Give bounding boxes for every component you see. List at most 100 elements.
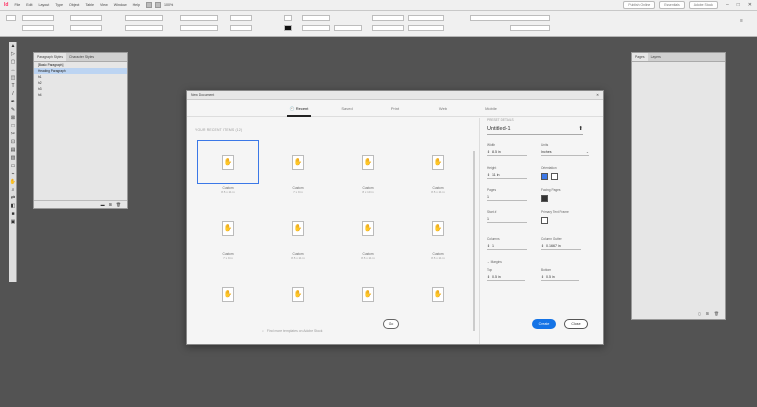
template-search[interactable]: ⌕ Find more templates on Adobe Stock	[262, 326, 402, 335]
rectangle-tool-icon[interactable]: □	[9, 122, 17, 130]
tab-web[interactable]: Web	[419, 100, 467, 117]
new-style-icon[interactable]: ⊞	[109, 202, 112, 207]
recent-card[interactable]: ✋ Custom 7 x 9 in	[197, 206, 259, 266]
stroke-swatch[interactable]	[284, 25, 292, 31]
recent-card[interactable]: ✋ Custom 8.5 x 11 in	[337, 206, 399, 266]
reference-point-icon[interactable]	[6, 15, 16, 21]
free-transform-tool-icon[interactable]: ⊡	[9, 138, 17, 146]
tab-pages[interactable]: Pages	[632, 53, 648, 61]
bottom-margin-field[interactable]: ⇕ 0.5 in	[541, 273, 579, 281]
stock-search[interactable]: Adobe Stock	[688, 1, 718, 9]
menu-edit[interactable]: Edit	[26, 3, 32, 7]
frame-fitting-field[interactable]	[408, 15, 444, 21]
scale-y-field[interactable]	[125, 25, 163, 31]
recent-card[interactable]: ✋ Custom 7 x 9 in	[267, 140, 329, 200]
zoom-tool-icon[interactable]: ⌕	[9, 186, 17, 194]
units-select[interactable]: Inches ⌄	[541, 148, 589, 156]
x-field[interactable]	[22, 15, 54, 21]
recent-card[interactable]: ✋ Custom 8.5 x 11 in	[407, 140, 469, 200]
recent-card[interactable]: ✋	[267, 272, 329, 332]
tab-print[interactable]: Print	[371, 100, 419, 117]
publish-button[interactable]: Publish Online	[623, 1, 656, 9]
menu-object[interactable]: Object	[69, 3, 79, 7]
type-tool-icon[interactable]: T	[9, 82, 17, 90]
gap-tool-icon[interactable]: ↔	[9, 66, 17, 74]
recent-card[interactable]: ✋	[407, 272, 469, 332]
stepper-icon[interactable]: ⇕	[487, 244, 490, 248]
menu-layout[interactable]: Layout	[38, 3, 49, 7]
top-margin-field[interactable]: ⇕ 0.5 in	[487, 273, 525, 281]
dialog-close-icon[interactable]: ✕	[596, 93, 599, 97]
note-tool-icon[interactable]: ▭	[9, 162, 17, 170]
rotate-buttons[interactable]	[230, 15, 252, 21]
eyedropper-tool-icon[interactable]: ⌁	[9, 170, 17, 178]
columns-field[interactable]: ⇕ 1	[487, 242, 527, 250]
opacity-field[interactable]	[334, 25, 362, 31]
margins-toggle[interactable]: ⌄ Margins	[487, 260, 502, 264]
height-field[interactable]: ⇕ 11 in	[487, 171, 527, 179]
landscape-orientation-icon[interactable]	[551, 173, 558, 180]
stepper-icon[interactable]: ⇕	[541, 275, 544, 279]
auto-fit-field[interactable]	[510, 25, 550, 31]
direct-selection-tool-icon[interactable]: ▷	[9, 50, 17, 58]
folder-icon[interactable]: ▬	[101, 202, 105, 207]
hand-tool-icon[interactable]: ✋	[9, 178, 17, 186]
stepper-icon[interactable]: ⇕	[487, 150, 490, 154]
tab-recent[interactable]: 🕘 Recent	[275, 100, 323, 117]
screen-mode-icon[interactable]: ▣	[9, 218, 17, 226]
swap-colors-icon[interactable]: ⇄	[9, 194, 17, 202]
zoom-level[interactable]: 100%	[164, 3, 173, 7]
page-tool-icon[interactable]: ▢	[9, 58, 17, 66]
save-preset-icon[interactable]: ⬆	[578, 126, 583, 132]
pen-tool-icon[interactable]: ✒	[9, 98, 17, 106]
object-style-field[interactable]	[470, 15, 550, 21]
scale-x-field[interactable]	[125, 15, 163, 21]
tab-paragraph-styles[interactable]: Paragraph Styles	[34, 53, 67, 61]
wrap-buttons[interactable]	[372, 15, 404, 21]
workspace-switcher[interactable]: Essentials	[659, 1, 685, 9]
menu-file[interactable]: File	[14, 3, 20, 7]
align-buttons[interactable]	[372, 25, 404, 31]
page-size-icon[interactable]: ▯	[698, 311, 700, 316]
trash-icon[interactable]: 🗑	[714, 311, 719, 316]
grid-scrollbar[interactable]	[473, 151, 475, 331]
layout-icon[interactable]	[154, 2, 161, 8]
tab-saved[interactable]: Saved	[323, 100, 371, 117]
rotate-field[interactable]	[180, 15, 218, 21]
gutter-field[interactable]: ⇕ 0.1667 in	[541, 242, 581, 250]
minimize-icon[interactable]: –	[726, 2, 729, 8]
stroke-weight-field[interactable]	[302, 15, 330, 21]
pages-field[interactable]: 1	[487, 193, 527, 201]
bridge-icon[interactable]	[145, 2, 152, 8]
trash-icon[interactable]: 🗑	[116, 202, 121, 207]
flip-buttons[interactable]	[230, 25, 252, 31]
tab-layers[interactable]: Layers	[648, 53, 664, 61]
create-button[interactable]: Create	[532, 319, 556, 329]
pencil-tool-icon[interactable]: ✎	[9, 106, 17, 114]
line-tool-icon[interactable]: /	[9, 90, 17, 98]
menu-table[interactable]: Table	[85, 3, 94, 7]
close-icon[interactable]: ✕	[748, 2, 752, 8]
content-collector-icon[interactable]: ◫	[9, 74, 17, 82]
start-field[interactable]: 1	[487, 215, 527, 223]
menu-help[interactable]: Help	[133, 3, 140, 7]
maximize-icon[interactable]: □	[737, 2, 740, 8]
portrait-orientation-icon[interactable]	[541, 173, 548, 180]
facing-pages-checkbox[interactable]	[541, 195, 548, 202]
fill-swatch[interactable]	[284, 15, 292, 21]
menu-type[interactable]: Type	[55, 3, 63, 7]
fill-stroke-icon[interactable]: ◧	[9, 202, 17, 210]
stepper-icon[interactable]: ⇕	[541, 244, 544, 248]
fitting-buttons[interactable]	[408, 25, 444, 31]
new-page-icon[interactable]: ⊞	[706, 311, 709, 316]
y-field[interactable]	[22, 25, 54, 31]
tab-mobile[interactable]: Mobile	[467, 100, 515, 117]
go-button[interactable]: Go	[383, 319, 399, 329]
apply-color-icon[interactable]: ■	[9, 210, 17, 218]
stroke-type-field[interactable]	[302, 25, 330, 31]
rectangle-frame-tool-icon[interactable]: ⊠	[9, 114, 17, 122]
list-item[interactable]: h4	[34, 92, 127, 98]
stepper-icon[interactable]: ⇕	[487, 275, 490, 279]
height-field[interactable]	[70, 25, 102, 31]
width-field[interactable]	[70, 15, 102, 21]
